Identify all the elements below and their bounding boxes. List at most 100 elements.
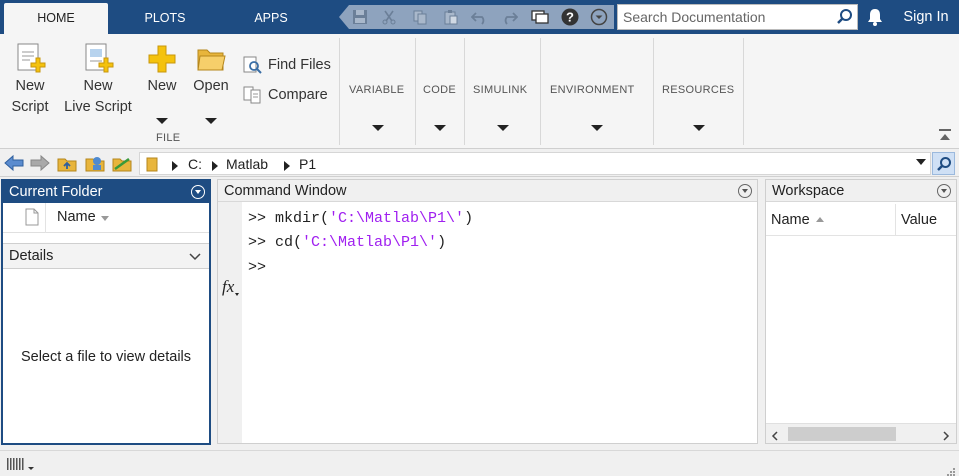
resources-group[interactable]: RESOURCES: [662, 84, 734, 96]
new-script-button[interactable]: New Script: [6, 42, 54, 118]
tab-home[interactable]: HOME: [4, 3, 108, 34]
ribbon-separator: [415, 38, 416, 145]
svg-text:?: ?: [566, 10, 574, 25]
current-folder-actions-icon[interactable]: [191, 185, 205, 199]
workspace-actions-icon[interactable]: [937, 184, 951, 198]
file-group-label: FILE: [156, 132, 181, 144]
variable-caret-icon[interactable]: [372, 125, 384, 131]
breadcrumb-matlab[interactable]: Matlab: [226, 156, 268, 172]
simulink-caret-icon[interactable]: [497, 125, 509, 131]
current-folder-title: Current Folder: [3, 181, 209, 203]
search-folder-button[interactable]: [932, 152, 955, 175]
dropdown-icon[interactable]: [589, 7, 609, 27]
toolstrip-ribbon: New Script New Live Script New Open Find…: [0, 34, 959, 149]
new-live-script-button[interactable]: New Live Script: [60, 42, 136, 118]
simulink-group[interactable]: SIMULINK: [473, 84, 527, 96]
resources-caret-icon[interactable]: [693, 125, 705, 131]
sort-caret-icon[interactable]: [101, 216, 109, 221]
code-group[interactable]: CODE: [423, 84, 456, 96]
workspace-panel: Workspace Name Value: [765, 179, 957, 444]
switch-windows-icon[interactable]: [530, 7, 550, 27]
search-documentation[interactable]: [617, 4, 858, 30]
up-folder-icon[interactable]: [56, 153, 78, 176]
variable-group[interactable]: VARIABLE: [349, 84, 404, 96]
resize-grip-icon[interactable]: [946, 465, 956, 476]
open-button[interactable]: Open: [190, 42, 232, 124]
details-label: Details: [9, 248, 54, 264]
command-gutter: fx: [218, 202, 242, 443]
plus-icon: [148, 45, 176, 73]
browse-folder-icon[interactable]: [84, 153, 106, 176]
toolstrip-tab-bar: HOME PLOTS APPS ? Sign In: [0, 0, 959, 34]
new-caret-icon: [156, 118, 168, 124]
paste-icon[interactable]: [441, 7, 461, 27]
details-placeholder: Select a file to view details: [20, 349, 192, 365]
forward-arrow-icon[interactable]: [30, 154, 50, 175]
scrollbar-thumb[interactable]: [788, 427, 896, 441]
chevron-down-icon[interactable]: [189, 250, 201, 265]
environment-group[interactable]: ENVIRONMENT: [550, 84, 635, 96]
find-files-button[interactable]: Find Files: [242, 55, 331, 75]
open-caret-icon: [205, 118, 217, 124]
fx-caret-icon[interactable]: [235, 293, 239, 296]
environment-caret-icon[interactable]: [591, 125, 603, 131]
folder-open-icon: [197, 49, 226, 71]
breadcrumb-arrow-icon[interactable]: [284, 161, 290, 171]
details-section-header[interactable]: Details: [3, 243, 209, 269]
value-column-header[interactable]: Value: [901, 212, 937, 228]
ribbon-separator: [339, 38, 340, 145]
workspace-horizontal-scrollbar[interactable]: [766, 423, 956, 443]
workspace-title: Workspace: [766, 180, 956, 202]
cut-icon[interactable]: [379, 7, 399, 27]
breadcrumb-arrow-icon[interactable]: [172, 161, 178, 171]
code-caret-icon[interactable]: [434, 125, 446, 131]
command-prompt[interactable]: >>: [248, 259, 266, 276]
new-script-icon: [17, 43, 46, 73]
undo-icon[interactable]: [470, 7, 490, 27]
current-folder-path[interactable]: C: Matlab P1: [139, 152, 931, 175]
tab-plots[interactable]: PLOTS: [130, 0, 200, 34]
collapse-toolstrip-icon[interactable]: [938, 128, 952, 145]
path-folder-icon[interactable]: [111, 153, 133, 176]
help-icon[interactable]: ?: [560, 7, 580, 27]
tab-apps[interactable]: APPS: [240, 0, 302, 34]
file-type-icon: [25, 208, 39, 229]
column-divider: [45, 203, 46, 233]
name-column-header[interactable]: Name: [57, 209, 96, 225]
sign-in-button[interactable]: Sign In: [896, 0, 956, 34]
path-history-dropdown-icon[interactable]: [916, 159, 926, 165]
name-column-header[interactable]: Name: [771, 212, 810, 228]
redo-icon[interactable]: [499, 7, 519, 27]
function-browser-icon[interactable]: fx: [222, 277, 234, 297]
back-arrow-icon[interactable]: [4, 154, 24, 175]
scroll-right-icon[interactable]: [942, 429, 950, 444]
breadcrumb-c[interactable]: C:: [188, 156, 202, 172]
search-icon[interactable]: [836, 8, 854, 29]
breadcrumb-p1[interactable]: P1: [299, 156, 316, 172]
layout-grip-icon[interactable]: [6, 457, 36, 474]
sort-caret-icon[interactable]: [816, 217, 824, 222]
folder-icon: [145, 155, 159, 176]
ribbon-separator: [464, 38, 465, 145]
copy-icon[interactable]: [410, 7, 430, 27]
column-divider[interactable]: [895, 204, 896, 236]
breadcrumb-arrow-icon[interactable]: [212, 161, 218, 171]
command-window-panel[interactable]: Command Window fx >> mkdir('C:\Matlab\P1…: [217, 179, 758, 444]
status-bar: [0, 450, 959, 476]
new-button[interactable]: New: [144, 42, 180, 124]
ribbon-separator: [653, 38, 654, 145]
current-folder-header: Name: [3, 203, 209, 233]
scroll-left-icon[interactable]: [771, 429, 779, 444]
compare-icon: [243, 86, 261, 104]
save-icon[interactable]: [350, 7, 370, 27]
notifications-bell-icon[interactable]: [866, 7, 884, 30]
search-input[interactable]: [618, 5, 828, 29]
command-history-line: >> mkdir('C:\Matlab\P1\'): [248, 210, 474, 227]
compare-button[interactable]: Compare: [242, 85, 328, 105]
command-window-actions-icon[interactable]: [738, 184, 752, 198]
ribbon-separator: [743, 38, 744, 145]
search-icon: [936, 156, 951, 171]
address-bar: C: Matlab P1: [0, 150, 959, 177]
workspace-header: Name Value: [766, 204, 956, 236]
command-history-line: >> cd('C:\Matlab\P1\'): [248, 234, 447, 251]
